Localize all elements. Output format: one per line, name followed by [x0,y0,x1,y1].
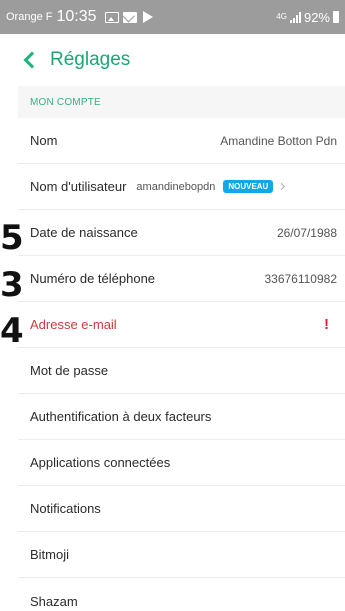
row-value: 26/07/1988 [276,225,337,240]
page-title: Réglages [50,49,131,70]
annotation-number-5: 5 [0,218,24,258]
row-value: 33676110982 [264,271,337,286]
header: Réglages [0,34,345,86]
row-username[interactable]: Nom d'utilisateur amandinebopdn NOUVEAU [18,164,345,210]
row-name[interactable]: Nom Amandine Botton Pdn [18,118,345,164]
row-label: Notifications [30,501,101,516]
annotation-number-4: 4 [0,311,24,351]
row-label: Applications connectées [30,455,171,470]
row-label: Nom d'utilisateur [30,179,127,194]
annotation-number-3: 3 [0,265,24,305]
new-badge: NOUVEAU [223,180,274,193]
image-icon [104,11,119,23]
row-label: Date de naissance [30,225,138,240]
row-value: amandinebopdn [136,180,216,193]
row-notifications[interactable]: Notifications [18,486,345,532]
row-birthdate[interactable]: Date de naissance 26/07/1988 [18,210,345,256]
notification-icons [104,11,153,23]
row-label: Authentification à deux facteurs [30,409,212,424]
row-label: Shazam [30,593,78,609]
status-time: 10:35 [56,8,97,25]
mail-icon [122,11,137,23]
row-connected-apps[interactable]: Applications connectées [18,440,345,486]
status-bar: Orange F 10:35 4G 92% [0,0,345,34]
row-shazam[interactable]: Shazam [18,578,345,611]
row-bitmoji[interactable]: Bitmoji [18,532,345,578]
row-value: Amandine Botton Pdn [220,133,337,148]
section-header-my-account: MON COMPTE [18,86,345,118]
row-phone[interactable]: Numéro de téléphone 33676110982 [18,256,345,302]
row-label: Adresse e-mail [30,317,117,332]
row-email[interactable]: Adresse e-mail ! [18,302,345,348]
settings-list: Nom Amandine Botton Pdn Nom d'utilisateu… [18,118,345,611]
play-icon [142,11,153,23]
row-password[interactable]: Mot de passe [18,348,345,394]
chevron-right-icon [278,182,286,191]
row-label: Mot de passe [30,363,109,378]
signal-icon [289,11,301,23]
row-two-factor[interactable]: Authentification à deux facteurs [18,394,345,440]
row-label: Numéro de téléphone [30,271,156,286]
row-label: Bitmoji [30,547,70,562]
network-type: 4G [276,12,287,21]
status-right: 4G 92% [276,10,339,25]
row-label: Nom [30,133,58,148]
battery-icon [333,11,339,23]
alert-icon: ! [324,316,329,333]
battery-percent: 92% [303,9,330,25]
carrier-name: Orange F [6,11,53,23]
back-chevron-icon[interactable] [23,51,41,69]
